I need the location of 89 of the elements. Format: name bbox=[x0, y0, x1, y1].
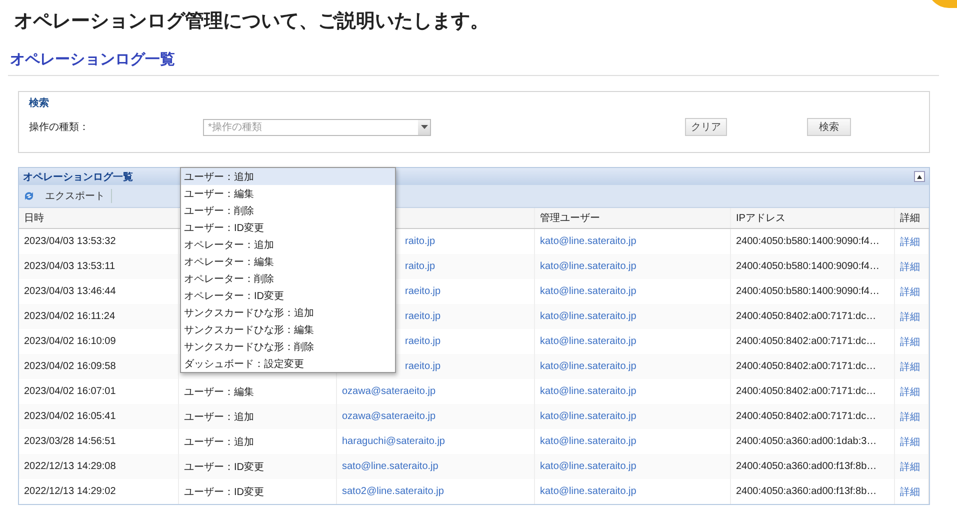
column-header[interactable]: IPアドレス bbox=[736, 211, 786, 225]
user-link[interactable]: ozawa@sateraeito.jp bbox=[342, 386, 436, 397]
user-link[interactable]: raeito.jp bbox=[405, 286, 441, 297]
page-heading: オペレーションログ管理について、ご説明いたします。 bbox=[14, 10, 489, 34]
dropdown-option[interactable]: サンクスカードひな形：追加 bbox=[181, 304, 395, 321]
dropdown-option[interactable]: オペレーター：ID変更 bbox=[181, 287, 395, 304]
field-label: 操作の種類： bbox=[29, 120, 90, 134]
caret-icon bbox=[418, 120, 430, 134]
search-button[interactable]: 検索 bbox=[807, 118, 851, 136]
column-header[interactable]: 日時 bbox=[24, 211, 44, 225]
date-cell: 2023/04/02 16:11:24 bbox=[24, 311, 116, 322]
dropdown-option[interactable]: ユーザー：ID変更 bbox=[181, 219, 395, 236]
triangle-icon bbox=[917, 174, 922, 178]
dropdown-option[interactable]: サンクスカードひな形：削除 bbox=[181, 338, 395, 355]
user-link[interactable]: ozawa@sateraeito.jp bbox=[342, 411, 436, 422]
ip-address-cell: 2400:4050:a360:ad00:f13f:8b… bbox=[736, 486, 877, 497]
operation-cell-text: ユーザー：追加 bbox=[184, 410, 254, 424]
dropdown-option[interactable]: ユーザー：編集 bbox=[181, 185, 395, 202]
dropdown-option[interactable]: オペレーター：追加 bbox=[181, 236, 395, 253]
operation-type-select[interactable]: *操作の種類 bbox=[203, 118, 431, 136]
user-link[interactable]: raeito.jp bbox=[405, 361, 441, 372]
ip-address-cell: 2400:4050:8402:a00:7171:dc… bbox=[736, 361, 876, 372]
ip-address-cell: 2400:4050:8402:a00:7171:dc… bbox=[736, 336, 876, 347]
dropdown-option[interactable]: ダッシュボード：設定変更 bbox=[181, 355, 395, 372]
operation-cell-text: ユーザー：ID変更 bbox=[184, 486, 264, 498]
user-link[interactable]: raito.jp bbox=[405, 236, 436, 247]
admin-user-link[interactable]: kato@line.sateraito.jp bbox=[540, 461, 636, 472]
admin-user-link[interactable]: kato@line.sateraito.jp bbox=[540, 286, 636, 297]
detail-link[interactable]: 詳細 bbox=[900, 384, 920, 398]
detail-link[interactable]: 詳細 bbox=[900, 310, 920, 324]
ip-address-cell: 2400:4050:8402:a00:7171:dc… bbox=[736, 386, 876, 397]
date-cell: 2022/12/13 14:29:08 bbox=[24, 461, 116, 472]
detail-link[interactable]: 詳細 bbox=[900, 484, 920, 498]
operation-cell-text: ユーザー：追加 bbox=[184, 436, 254, 448]
grid-title: オペレーションログ一覧 bbox=[23, 170, 133, 184]
detail-link[interactable]: 詳細 bbox=[900, 260, 920, 274]
admin-user-link[interactable]: kato@line.sateraito.jp bbox=[540, 386, 636, 397]
dropdown-option[interactable]: オペレーター：削除 bbox=[181, 270, 395, 287]
detail-link[interactable]: 詳細 bbox=[900, 284, 920, 298]
detail-link[interactable]: 詳細 bbox=[900, 410, 920, 424]
date-cell: 2023/04/03 13:53:11 bbox=[24, 261, 116, 272]
date-cell: 2023/04/02 16:05:41 bbox=[24, 411, 116, 422]
clear-button[interactable]: クリア bbox=[685, 118, 727, 136]
admin-user-link[interactable]: kato@line.sateraito.jp bbox=[540, 336, 636, 347]
admin-user-link[interactable]: kato@line.sateraito.jp bbox=[540, 411, 636, 422]
column-header[interactable]: 詳細 bbox=[900, 211, 920, 225]
date-cell: 2023/04/03 13:46:44 bbox=[24, 286, 116, 297]
date-cell: 2023/04/03 13:53:32 bbox=[24, 236, 116, 247]
operation-cell-text: ユーザー：編集 bbox=[184, 386, 254, 398]
search-title: 検索 bbox=[29, 96, 49, 110]
date-cell: 2023/03/28 14:56:51 bbox=[24, 436, 116, 447]
export-button[interactable]: エクスポート bbox=[39, 189, 112, 203]
refresh-icon[interactable] bbox=[23, 190, 35, 202]
page-title: オペレーションログ一覧 bbox=[10, 50, 175, 69]
ip-address-cell: 2400:4050:8402:a00:7171:dc… bbox=[736, 411, 876, 422]
collapse-button[interactable] bbox=[914, 171, 925, 182]
user-link[interactable]: haraguchi@sateraito.jp bbox=[342, 436, 445, 447]
column-header[interactable]: 管理ユーザー bbox=[540, 211, 600, 225]
dropdown-option[interactable]: ユーザー：削除 bbox=[181, 202, 395, 219]
admin-user-link[interactable]: kato@line.sateraito.jp bbox=[540, 361, 636, 372]
admin-user-link[interactable]: kato@line.sateraito.jp bbox=[540, 236, 636, 247]
dropdown-option[interactable]: オペレーター：編集 bbox=[181, 253, 395, 270]
user-link[interactable]: raeito.jp bbox=[405, 311, 441, 322]
ip-address-cell: 2400:4050:b580:1400:9090:f4… bbox=[736, 236, 880, 247]
user-link[interactable]: sato2@line.sateraito.jp bbox=[342, 486, 444, 497]
ip-address-cell: 2400:4050:8402:a00:7171:dc… bbox=[736, 311, 876, 322]
detail-link[interactable]: 詳細 bbox=[900, 234, 920, 248]
user-link[interactable]: raeito.jp bbox=[405, 336, 441, 347]
admin-user-link[interactable]: kato@line.sateraito.jp bbox=[540, 436, 636, 447]
admin-user-link[interactable]: kato@line.sateraito.jp bbox=[540, 261, 636, 272]
ip-address-cell: 2400:4050:a360:ad00:f13f:8b… bbox=[736, 461, 877, 472]
date-cell: 2023/04/02 16:09:58 bbox=[24, 361, 116, 372]
date-cell: 2023/04/02 16:10:09 bbox=[24, 336, 116, 347]
detail-link[interactable]: 詳細 bbox=[900, 434, 920, 448]
admin-user-link[interactable]: kato@line.sateraito.jp bbox=[540, 311, 636, 322]
operation-cell-text: ユーザー：ID変更 bbox=[184, 460, 264, 474]
detail-link[interactable]: 詳細 bbox=[900, 334, 920, 348]
dropdown-option[interactable]: ユーザー：追加 bbox=[181, 168, 395, 185]
admin-user-link[interactable]: kato@line.sateraito.jp bbox=[540, 486, 636, 497]
user-link[interactable]: sato@line.sateraito.jp bbox=[342, 461, 438, 472]
date-cell: 2022/12/13 14:29:02 bbox=[24, 486, 116, 497]
ip-address-cell: 2400:4050:b580:1400:9090:f4… bbox=[736, 261, 880, 272]
dropdown-option[interactable]: サンクスカードひな形：編集 bbox=[181, 321, 395, 338]
ip-address-cell: 2400:4050:b580:1400:9090:f4… bbox=[736, 286, 880, 297]
user-link[interactable]: raito.jp bbox=[405, 261, 436, 272]
detail-link[interactable]: 詳細 bbox=[900, 360, 920, 374]
detail-link[interactable]: 詳細 bbox=[900, 460, 920, 474]
date-cell: 2023/04/02 16:07:01 bbox=[24, 386, 116, 397]
ip-address-cell: 2400:4050:a360:ad00:1dab:3… bbox=[736, 436, 877, 447]
